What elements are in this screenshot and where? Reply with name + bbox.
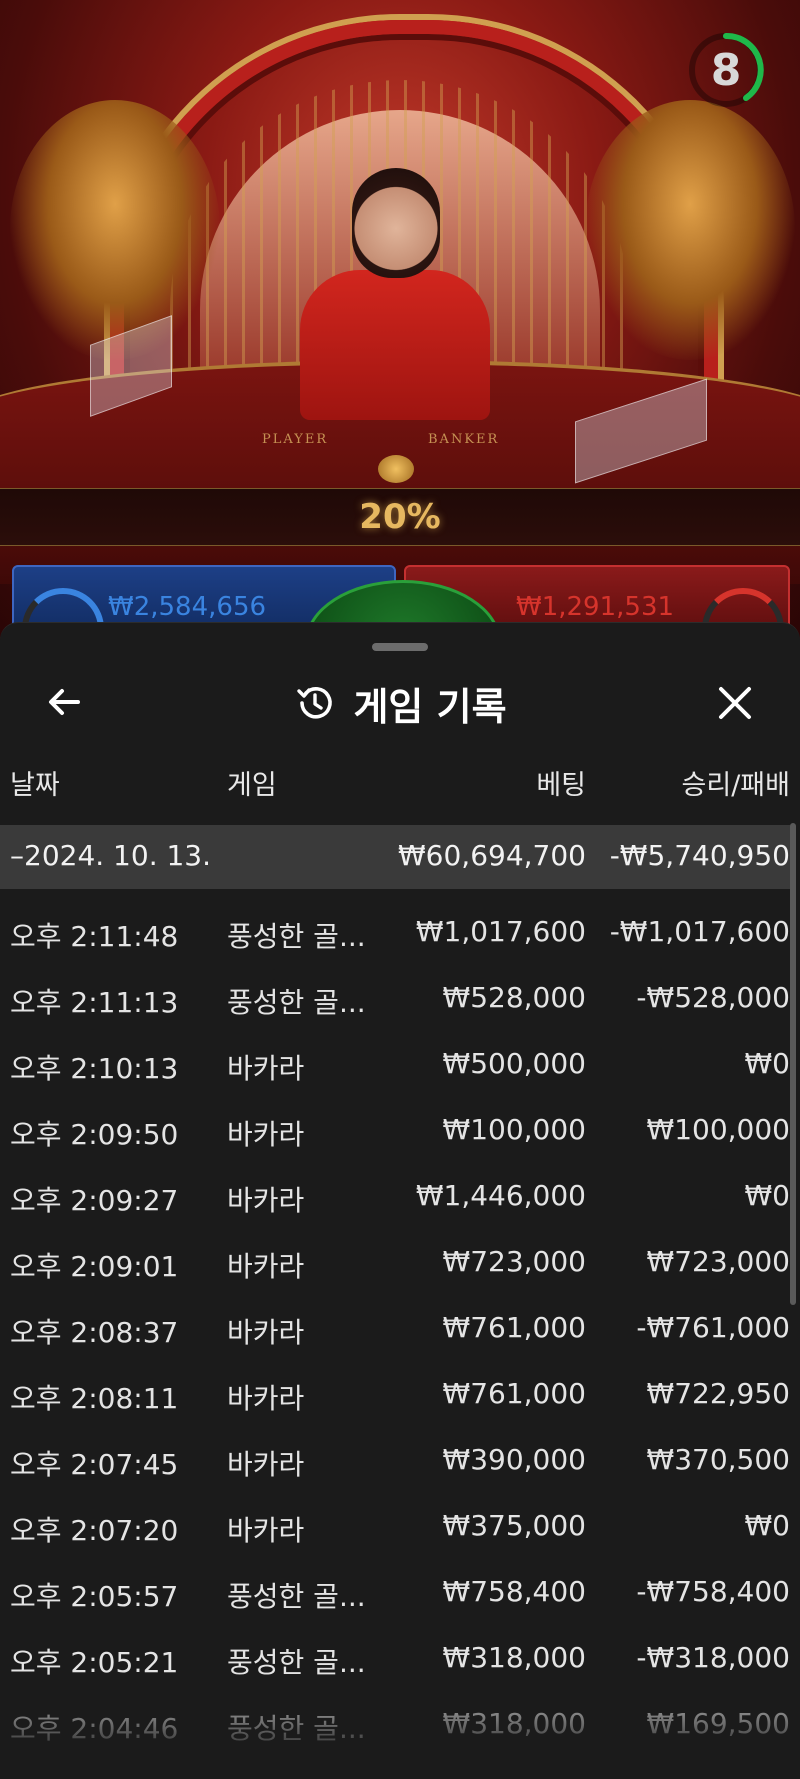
close-icon <box>719 687 751 719</box>
row-win-loss: ₩0 <box>744 1509 791 1542</box>
row-time: 오후 2:09:50 <box>10 1118 179 1151</box>
row-win-loss: ₩100,000 <box>646 1113 790 1146</box>
row-bet: ₩375,000 <box>442 1509 586 1542</box>
row-bet: ₩1,446,000 <box>415 1179 586 1212</box>
row-win-loss: -₩1,017,600 <box>609 915 790 948</box>
history-row[interactable]: 오후 2:10:13 바카라 ₩500,000 ₩0 <box>0 1033 790 1099</box>
day-group-win-total: -₩5,740,950 <box>609 839 790 872</box>
column-header-bet: 베팅 <box>536 770 586 801</box>
row-win-loss: -₩761,000 <box>636 1311 790 1344</box>
row-bet: ₩318,000 <box>442 1641 586 1674</box>
history-row[interactable]: 오후 2:09:50 바카라 ₩100,000 ₩100,000 <box>0 1099 790 1165</box>
row-game: 풍성한 골... <box>227 1580 366 1613</box>
table-label-banker: BANKER <box>428 432 500 447</box>
row-win-loss: ₩722,950 <box>646 1377 790 1410</box>
game-history-sheet: 게임 기록 날짜 게임 베팅 승리/패배 –2024. 10. 13. ₩60,… <box>0 622 800 1779</box>
history-row[interactable]: 오후 2:08:11 바카라 ₩761,000 ₩722,950 <box>0 1363 790 1429</box>
row-game: 바카라 <box>227 1382 305 1415</box>
list-scrollbar[interactable] <box>790 823 796 1305</box>
countdown-value: 8 <box>710 44 742 96</box>
row-game: 바카라 <box>227 1514 305 1547</box>
column-header-game: 게임 <box>227 770 277 801</box>
row-bet: ₩528,000 <box>442 981 586 1014</box>
row-game: 풍성한 골... <box>227 1712 366 1745</box>
history-row[interactable]: 오후 2:07:45 바카라 ₩390,000 ₩370,500 <box>0 1429 790 1495</box>
history-row[interactable]: 오후 2:09:27 바카라 ₩1,446,000 ₩0 <box>0 1165 790 1231</box>
row-bet: ₩1,017,600 <box>415 915 586 948</box>
row-win-loss: -₩528,000 <box>636 981 790 1014</box>
row-bet: ₩500,000 <box>442 1047 586 1080</box>
table-label-player: PLAYER <box>262 432 329 447</box>
day-group-date: –2024. 10. 13. <box>10 839 212 872</box>
row-time: 오후 2:11:48 <box>10 920 179 953</box>
row-win-loss: ₩370,500 <box>646 1443 790 1476</box>
row-win-loss: ₩0 <box>744 1179 791 1212</box>
column-header-win-loss: 승리/패배 <box>681 770 790 801</box>
row-bet: ₩758,400 <box>442 1575 586 1608</box>
dealer <box>300 270 490 420</box>
dragon-statue-left <box>10 100 220 360</box>
row-time: 오후 2:05:21 <box>10 1646 179 1679</box>
row-bet: ₩390,000 <box>442 1443 586 1476</box>
banker-total-amount: ₩1,291,531 <box>516 592 675 622</box>
live-video-area: PLAYER BANKER 8 20% ₩2,584,656 ₩1,291,53… <box>0 0 800 640</box>
history-row[interactable]: 오후 2:04:46 풍성한 골... ₩318,000 ₩169,500 <box>0 1693 790 1759</box>
chip-stack <box>378 455 414 483</box>
countdown-timer: 8 <box>686 30 766 110</box>
row-time: 오후 2:07:45 <box>10 1448 179 1481</box>
row-bet: ₩761,000 <box>442 1311 586 1344</box>
row-time: 오후 2:04:46 <box>10 1712 179 1745</box>
day-group-bet-total: ₩60,694,700 <box>397 839 586 872</box>
row-game: 풍성한 골... <box>227 986 366 1019</box>
row-win-loss: -₩758,400 <box>636 1575 790 1608</box>
page-title: 게임 기록 <box>353 684 507 729</box>
dealer-head <box>352 168 440 278</box>
history-row[interactable]: 오후 2:11:13 풍성한 골... ₩528,000 -₩528,000 <box>0 967 790 1033</box>
history-row[interactable]: 오후 2:05:57 풍성한 골... ₩758,400 -₩758,400 <box>0 1561 790 1627</box>
row-game: 바카라 <box>227 1448 305 1481</box>
row-time: 오후 2:07:20 <box>10 1514 179 1547</box>
history-row[interactable]: 오후 2:05:21 풍성한 골... ₩318,000 -₩318,000 <box>0 1627 790 1693</box>
history-icon <box>293 681 337 725</box>
history-row[interactable]: 오후 2:07:20 바카라 ₩375,000 ₩0 <box>0 1495 790 1561</box>
row-time: 오후 2:10:13 <box>10 1052 179 1085</box>
row-bet: ₩100,000 <box>442 1113 586 1146</box>
row-bet: ₩761,000 <box>442 1377 586 1410</box>
row-game: 바카라 <box>227 1316 305 1349</box>
row-game: 바카라 <box>227 1184 305 1217</box>
row-bet: ₩723,000 <box>442 1245 586 1278</box>
row-game: 바카라 <box>227 1118 305 1151</box>
row-game: 풍성한 골... <box>227 920 366 953</box>
row-time: 오후 2:08:37 <box>10 1316 179 1349</box>
day-group-row[interactable]: –2024. 10. 13. ₩60,694,700 -₩5,740,950 <box>0 825 790 889</box>
percent-banner: 20% <box>0 488 800 546</box>
row-time: 오후 2:09:01 <box>10 1250 179 1283</box>
player-total-amount: ₩2,584,656 <box>108 592 267 622</box>
row-time: 오후 2:08:11 <box>10 1382 179 1415</box>
row-game: 바카라 <box>227 1052 305 1085</box>
history-row[interactable]: 오후 2:11:48 풍성한 골... ₩1,017,600 -₩1,017,6… <box>0 901 790 967</box>
sheet-header: 게임 기록 <box>0 675 800 731</box>
row-win-loss: ₩0 <box>744 1047 791 1080</box>
history-row[interactable]: 오후 2:08:37 바카라 ₩761,000 -₩761,000 <box>0 1297 790 1363</box>
row-time: 오후 2:05:57 <box>10 1580 179 1613</box>
row-win-loss: ₩169,500 <box>646 1707 790 1740</box>
table-header: 날짜 게임 베팅 승리/패배 <box>0 763 800 811</box>
row-win-loss: -₩318,000 <box>636 1641 790 1674</box>
row-win-loss: ₩723,000 <box>646 1245 790 1278</box>
row-game: 바카라 <box>227 1250 305 1283</box>
drag-handle[interactable] <box>372 643 428 651</box>
row-bet: ₩318,000 <box>442 1707 586 1740</box>
history-row[interactable]: 오후 2:09:01 바카라 ₩723,000 ₩723,000 <box>0 1231 790 1297</box>
row-time: 오후 2:11:13 <box>10 986 179 1019</box>
close-button[interactable] <box>710 678 760 728</box>
percent-value: 20% <box>359 497 441 537</box>
column-header-date: 날짜 <box>10 770 60 801</box>
row-game: 풍성한 골... <box>227 1646 366 1679</box>
row-time: 오후 2:09:27 <box>10 1184 179 1217</box>
dragon-statue-right <box>585 100 795 360</box>
